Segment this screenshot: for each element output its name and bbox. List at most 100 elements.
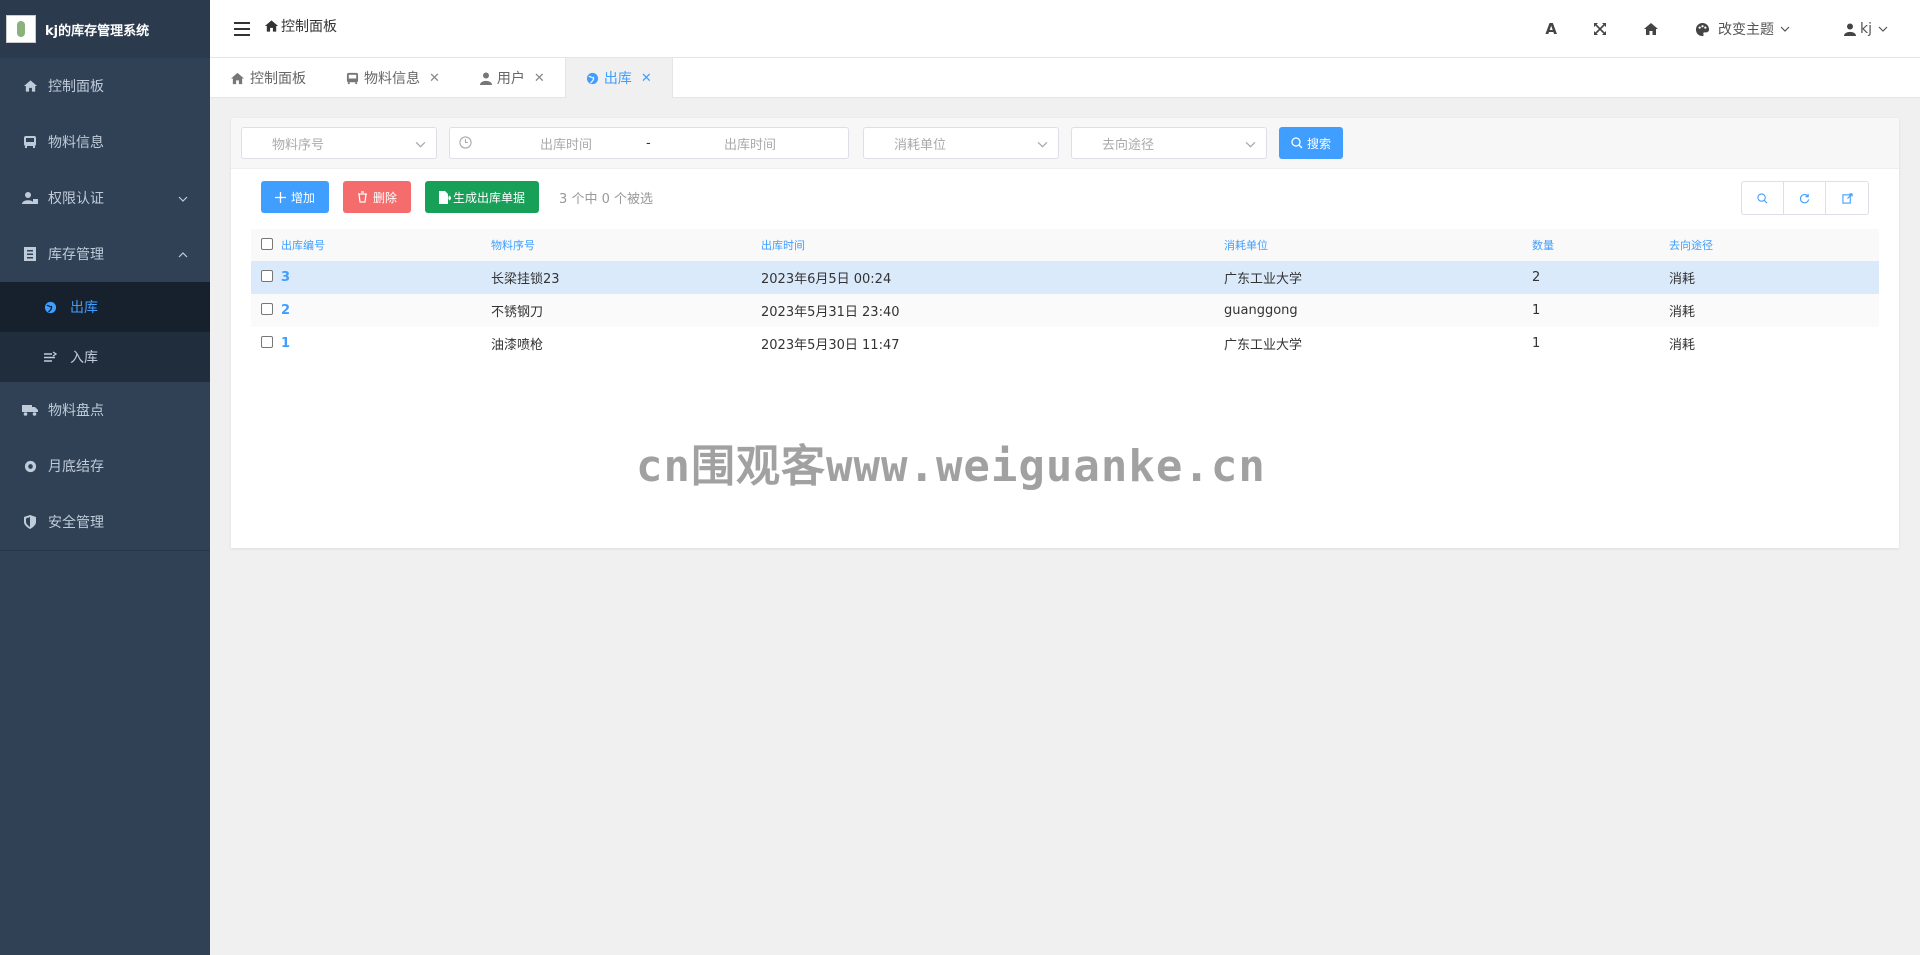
- select-all-cell: [251, 229, 281, 261]
- chevron-down-icon: [1037, 137, 1048, 152]
- table-tools: [1741, 181, 1869, 215]
- column-header[interactable]: 消耗单位: [1224, 229, 1532, 261]
- sidebar-item-inventory[interactable]: 库存管理: [0, 226, 210, 282]
- time-cell: 2023年5月30日 11:47: [761, 338, 900, 353]
- search-button[interactable]: 搜索: [1279, 127, 1344, 159]
- date-start-input[interactable]: 出库时间: [540, 134, 592, 153]
- time-cell: 2023年5月31日 23:40: [761, 294, 1224, 327]
- row-checkbox[interactable]: [261, 302, 273, 315]
- tab-outbound[interactable]: 出库 ✕: [564, 58, 673, 98]
- home-icon: [230, 72, 245, 85]
- column-header[interactable]: 出库时间: [761, 229, 1224, 261]
- search-icon: [1291, 137, 1303, 149]
- sidebar-item-label: 库存管理: [48, 247, 104, 263]
- tab-materials[interactable]: 物料信息 ✕: [326, 58, 460, 98]
- font-size-button[interactable]: A: [1545, 20, 1557, 38]
- tab-label: 控制面板: [250, 71, 306, 87]
- close-icon[interactable]: ✕: [429, 71, 440, 86]
- truck-icon: [22, 402, 38, 418]
- row-checkbox[interactable]: [261, 335, 273, 348]
- sidebar-item-security[interactable]: 安全管理: [0, 494, 210, 550]
- app-logo[interactable]: kj的库存管理系统: [0, 0, 210, 58]
- outbound-id-link[interactable]: 3: [281, 270, 290, 285]
- globe-icon: [586, 72, 599, 85]
- tab-label: 用户: [496, 71, 525, 87]
- bus-icon: [346, 72, 359, 85]
- destination-cell: 消耗: [1669, 338, 1696, 353]
- theme-label: 改变主题: [1718, 22, 1774, 38]
- outbound-id-cell[interactable]: 3: [281, 261, 491, 294]
- sidebar-item-materials[interactable]: 物料信息: [0, 114, 210, 170]
- outbound-id-cell[interactable]: 2: [281, 294, 491, 327]
- select-all-checkbox[interactable]: [261, 237, 273, 250]
- chevron-down-icon: [178, 190, 188, 206]
- material-select[interactable]: 物料序号: [241, 127, 437, 159]
- globe-icon: [42, 299, 58, 315]
- fullscreen-button[interactable]: [1593, 22, 1607, 36]
- table-search-button[interactable]: [1742, 182, 1784, 214]
- column-header[interactable]: 出库编号: [281, 229, 491, 261]
- sidebar-background: [0, 550, 210, 955]
- sidebar-item-month-end[interactable]: 月底结存: [0, 438, 210, 494]
- sidebar-item-stocktaking[interactable]: 物料盘点: [0, 382, 210, 438]
- date-range-picker[interactable]: 出库时间 - 出库时间: [449, 127, 849, 159]
- column-header[interactable]: 去向途径: [1669, 229, 1879, 261]
- column-header[interactable]: 物料序号: [491, 229, 761, 261]
- sidebar-item-dashboard[interactable]: 控制面板: [0, 58, 210, 114]
- sidebar-item-label: 权限认证: [48, 191, 104, 207]
- user-dropdown[interactable]: kj: [1844, 21, 1888, 37]
- sidebar-subitem-outbound[interactable]: 出库: [0, 282, 210, 332]
- sidebar-item-auth[interactable]: 权限认证: [0, 170, 210, 226]
- breadcrumb-label: 控制面板: [281, 18, 337, 35]
- row-checkbox[interactable]: [261, 269, 273, 282]
- unit-placeholder: 消耗单位: [894, 137, 947, 153]
- sidebar-item-label: 安全管理: [48, 515, 104, 531]
- date-end-input[interactable]: 出库时间: [724, 134, 776, 153]
- delete-button[interactable]: 删除: [343, 181, 412, 213]
- home-icon: [1643, 22, 1659, 36]
- refresh-button[interactable]: [1784, 182, 1826, 214]
- top-header: 控制面板 A 改变主题 kj: [210, 0, 1920, 58]
- file-export-icon: [439, 190, 452, 204]
- sidebar-item-label: 控制面板: [48, 79, 104, 95]
- row-checkbox-cell: [251, 261, 281, 294]
- table-row[interactable]: 2 不锈钢刀 2023年5月31日 23:40 guanggong 1 消耗: [251, 294, 1879, 327]
- table-row[interactable]: 1 油漆喷枪 2023年5月30日 11:47 广东工业大学 1 消耗: [251, 327, 1879, 360]
- import-icon: [42, 349, 58, 365]
- row-checkbox-cell: [251, 294, 281, 327]
- chevron-down-icon: [1780, 26, 1790, 32]
- tab-users[interactable]: 用户 ✕: [460, 58, 565, 98]
- user-icon: [1844, 23, 1856, 36]
- outbound-id-link[interactable]: 1: [281, 336, 290, 351]
- font-size-icon: A: [1545, 20, 1557, 38]
- outbound-id-link[interactable]: 2: [281, 303, 290, 318]
- unit-select[interactable]: 消耗单位: [863, 127, 1059, 159]
- close-icon[interactable]: ✕: [534, 71, 545, 86]
- destination-select[interactable]: 去向途径: [1071, 127, 1267, 159]
- outbound-id-cell[interactable]: 1: [281, 327, 491, 360]
- palette-icon: [1695, 22, 1710, 37]
- column-header[interactable]: 数量: [1532, 229, 1669, 261]
- sidebar-subitem-inbound[interactable]: 入库: [0, 332, 210, 382]
- row-checkbox-cell: [251, 327, 281, 360]
- generate-outbound-doc-button[interactable]: 生成出库单据: [425, 181, 540, 213]
- export-icon: [1841, 192, 1853, 204]
- theme-dropdown[interactable]: 改变主题: [1695, 19, 1790, 39]
- sidebar-subitem-label: 出库: [70, 300, 98, 316]
- user-icon: [479, 72, 492, 85]
- generate-label: 生成出库单据: [453, 190, 526, 205]
- breadcrumb[interactable]: 控制面板: [264, 16, 337, 36]
- coin-icon: [22, 458, 38, 474]
- add-button[interactable]: 增加: [261, 181, 330, 213]
- home-button[interactable]: [1643, 22, 1659, 36]
- tab-dashboard[interactable]: 控制面板: [210, 58, 326, 98]
- table-row[interactable]: 3 长梁挂锁23 2023年6月5日 00:24 广东工业大学 2 消耗: [251, 261, 1879, 294]
- sidebar-item-label: 月底结存: [48, 459, 104, 475]
- watermark: cn围观客www.weiguanke.cn: [636, 441, 1266, 492]
- sidebar-subitem-label: 入库: [70, 350, 98, 366]
- export-button[interactable]: [1826, 182, 1868, 214]
- tab-label: 出库: [603, 71, 632, 87]
- close-icon[interactable]: ✕: [641, 71, 652, 86]
- selection-count: 3 个中 0 个被选: [559, 191, 653, 207]
- menu-toggle-icon[interactable]: [234, 21, 250, 36]
